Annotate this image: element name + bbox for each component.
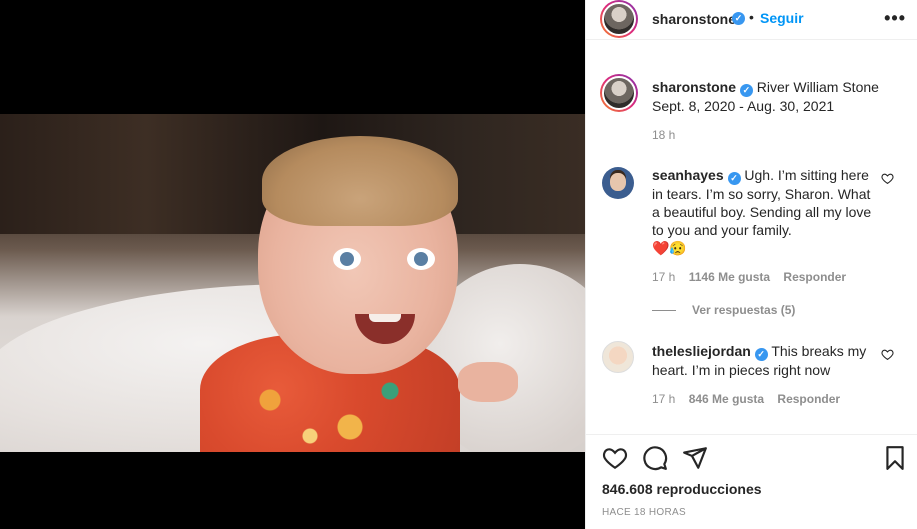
comment-text: seanhayes ✓ Ugh. I’m sitting here in tea… <box>652 166 876 257</box>
child-right-eye <box>407 248 435 270</box>
post-media[interactable] <box>0 0 585 529</box>
heart-icon[interactable] <box>602 445 628 471</box>
verified-icon: ✓ <box>754 348 768 361</box>
view-replies-button[interactable]: Ver respuestas (5) <box>652 303 795 317</box>
post-header: sharonstone ✓ • Seguir ••• <box>586 0 917 40</box>
commenter-avatar[interactable] <box>602 167 634 199</box>
comments-section[interactable]: sharonstone ✓ River William Stone Sept. … <box>586 54 917 434</box>
post-actions-bar: 846.608 reproducciones Hace 18 horas <box>586 434 917 529</box>
comment-likes[interactable]: 846 Me gusta <box>689 392 764 406</box>
view-replies-label: Ver respuestas (5) <box>692 303 796 317</box>
caption-author-avatar[interactable] <box>600 74 638 112</box>
post-side-panel: sharonstone ✓ • Seguir ••• sharonstone ✓… <box>585 0 917 529</box>
comment-author[interactable]: thelesliejordan <box>652 343 751 359</box>
child-left-eye <box>333 248 361 270</box>
caption-line-2: Sept. 8, 2020 - Aug. 30, 2021 <box>652 98 835 114</box>
caption-author[interactable]: sharonstone <box>652 79 736 95</box>
comment-meta: 17 h 1146 Me gusta Responder <box>652 270 856 284</box>
caption-timestamp[interactable]: 18 h <box>652 128 675 142</box>
comment-text: thelesliejordan ✓ This breaks my heart. … <box>652 342 876 379</box>
replies-divider <box>652 309 676 311</box>
verified-icon: ✓ <box>727 172 741 185</box>
more-options-icon[interactable]: ••• <box>884 8 906 29</box>
post-caption: sharonstone ✓ River William Stone Sept. … <box>652 78 902 115</box>
reply-button[interactable]: Responder <box>783 270 846 284</box>
verified-icon: ✓ <box>732 12 745 25</box>
child-hand <box>458 362 518 402</box>
reply-button[interactable]: Responder <box>777 392 840 406</box>
comment-emoji: ❤️😥 <box>652 240 687 256</box>
like-comment-heart-icon[interactable] <box>881 172 894 185</box>
comment-author[interactable]: seanhayes <box>652 167 724 183</box>
save-icon[interactable] <box>882 445 908 471</box>
comment-meta: 17 h 846 Me gusta Responder <box>652 392 850 406</box>
child-hair <box>262 136 458 226</box>
video-frame[interactable] <box>0 114 585 452</box>
caption-line-1: River William Stone <box>756 79 879 95</box>
author-username[interactable]: sharonstone <box>652 11 736 27</box>
share-icon[interactable] <box>682 445 708 471</box>
like-comment-heart-icon[interactable] <box>881 348 894 361</box>
follow-button[interactable]: Seguir <box>760 10 804 26</box>
instagram-post-view: sharonstone ✓ • Seguir ••• sharonstone ✓… <box>0 0 917 529</box>
comment-time[interactable]: 17 h <box>652 270 675 284</box>
posted-time[interactable]: Hace 18 horas <box>602 507 686 518</box>
comment-icon[interactable] <box>642 445 668 471</box>
view-count[interactable]: 846.608 reproducciones <box>602 481 762 497</box>
comment-time[interactable]: 17 h <box>652 392 675 406</box>
verified-icon: ✓ <box>739 84 753 97</box>
separator-dot: • <box>749 9 754 25</box>
commenter-avatar[interactable] <box>602 341 634 373</box>
author-avatar[interactable] <box>600 0 638 38</box>
comment-likes[interactable]: 1146 Me gusta <box>689 270 770 284</box>
